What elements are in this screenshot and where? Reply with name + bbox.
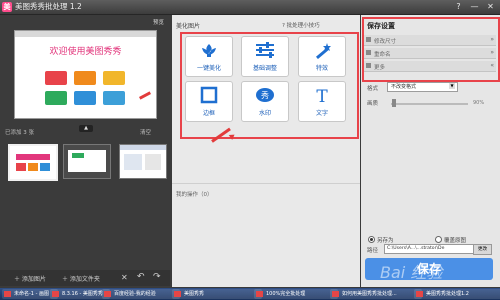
tool-text[interactable]: T 文字 <box>298 81 346 122</box>
app-icon <box>4 291 11 297</box>
format-label: 格式 <box>367 86 379 92</box>
add-image-button[interactable]: ＋ 添加图片 <box>14 274 46 283</box>
preview-tile <box>45 71 67 85</box>
preview-tile <box>45 91 67 105</box>
watermark-overlay: Bai 经验 <box>380 263 443 282</box>
app-icon <box>256 291 263 297</box>
sliders-icon <box>256 42 274 58</box>
watermark-icon: 秀 <box>256 88 274 102</box>
tool-watermark[interactable]: 秀 水印 <box>241 81 289 122</box>
preview-tile <box>74 91 96 105</box>
app-icon <box>332 291 339 297</box>
path-label: 路径 <box>367 248 379 254</box>
tool-label: 边框 <box>202 110 215 117</box>
quality-slider[interactable] <box>391 103 468 105</box>
thumbnail-item[interactable] <box>63 144 111 179</box>
delete-icon[interactable]: ✕ <box>121 273 128 282</box>
help-button[interactable]: ? <box>451 1 466 12</box>
tips-link[interactable]: ? 批处理小技巧 <box>282 21 320 29</box>
tool-label: 一键美化 <box>196 65 221 72</box>
preview-welcome-text: 欢迎使用美图秀秀 <box>49 47 122 57</box>
taskbar-item[interactable]: 8.3.16 - 美图秀秀 <box>50 289 110 299</box>
preview-tile <box>103 91 125 105</box>
app-logo-icon: 美 <box>2 2 12 12</box>
overwrite-label: 覆盖原图 <box>444 238 467 244</box>
preview-image: 欢迎使用美图秀秀 <box>14 30 157 119</box>
add-folder-button[interactable]: ＋ 添加文件夹 <box>62 274 100 283</box>
magic-wand-icon <box>315 43 331 59</box>
app-icon <box>416 291 423 297</box>
window-title: 美图秀秀批处理 1.2 <box>15 2 82 11</box>
tool-basic-adjust[interactable]: 基础调整 <box>241 36 289 77</box>
save-as-radio[interactable] <box>368 236 375 243</box>
change-path-button[interactable]: 更改 <box>473 244 492 255</box>
svg-text:T: T <box>316 87 328 104</box>
operation-history-label: 我的操作（0） <box>176 192 213 198</box>
quality-value: 90% <box>473 100 485 106</box>
quality-label: 画质 <box>367 101 379 107</box>
taskbar-item[interactable]: 百度经验-我的经验 <box>102 289 180 299</box>
collapse-button[interactable]: ▲ <box>79 125 93 132</box>
tool-label: 特效 <box>315 65 328 72</box>
taskbar-item[interactable]: 美图秀秀批处理1.2 <box>414 289 500 299</box>
tool-frame[interactable]: 边框 <box>185 81 233 122</box>
preview-tile <box>74 71 96 85</box>
taskbar-item[interactable]: 美图秀秀 <box>172 289 262 299</box>
app-icon <box>174 291 181 297</box>
flower-icon <box>202 44 216 57</box>
preview-header <box>15 31 156 37</box>
chevron-down-icon[interactable]: ▼ <box>449 83 455 89</box>
rotate-left-icon[interactable]: ↶ <box>137 272 145 282</box>
tool-label: 水印 <box>258 110 271 117</box>
svg-text:秀: 秀 <box>261 90 269 100</box>
app-icon <box>52 291 59 297</box>
overwrite-radio[interactable] <box>435 236 442 243</box>
taskbar-item[interactable]: 如何用美图秀秀批处理... <box>330 289 422 299</box>
minimize-button[interactable]: — <box>467 1 482 12</box>
format-select[interactable]: 不改变格式 <box>387 82 458 92</box>
tool-label: 基础调整 <box>252 65 277 72</box>
preview-tile <box>103 71 125 85</box>
clear-button[interactable]: 清空 <box>140 128 151 136</box>
tool-effects[interactable]: 特效 <box>298 36 346 77</box>
settings-highlight-box <box>362 17 500 82</box>
thumbnail-count: 已添加 3 张 <box>5 130 34 136</box>
thumbnail-item[interactable] <box>119 144 167 179</box>
frame-icon <box>200 86 218 104</box>
rotate-right-icon[interactable]: ↷ <box>153 272 161 282</box>
text-icon: T <box>316 87 328 104</box>
quality-slider-handle[interactable] <box>392 99 396 107</box>
path-field[interactable]: C:\Users\A...\...strator\De <box>384 244 474 254</box>
thumbnail-item[interactable] <box>8 144 58 181</box>
tool-label: 文字 <box>315 110 328 117</box>
save-as-label: 另存为 <box>377 238 394 244</box>
app-icon <box>104 291 111 297</box>
close-button[interactable]: ✕ <box>483 1 498 12</box>
beautify-title: 美化图片 <box>176 23 201 30</box>
preview-toggle[interactable]: 预览 <box>153 18 164 26</box>
taskbar-item[interactable]: 100%完全批处理 <box>254 289 338 299</box>
tool-auto-beautify[interactable]: 一键美化 <box>185 36 233 77</box>
divider <box>172 183 360 184</box>
